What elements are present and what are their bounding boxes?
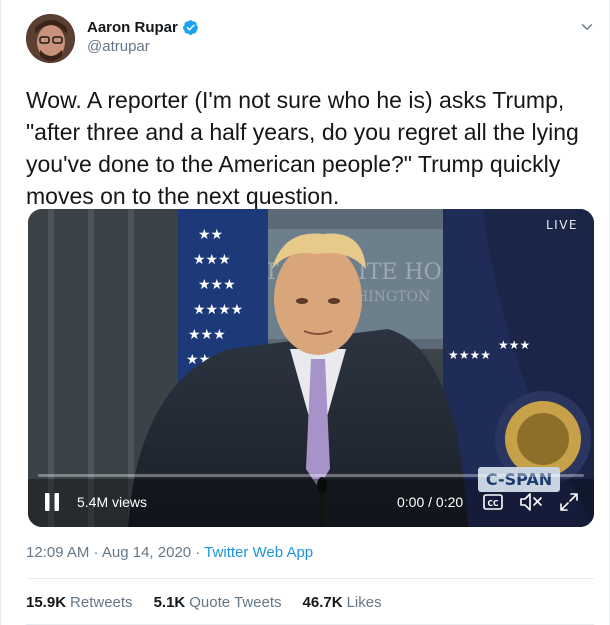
svg-text:★★: ★★ bbox=[198, 227, 223, 243]
retweets-label: Retweets bbox=[70, 594, 133, 611]
svg-text:★★★: ★★★ bbox=[193, 252, 231, 268]
likes-stat[interactable]: 46.7K Likes bbox=[303, 594, 382, 611]
svg-text:★★★★: ★★★★ bbox=[448, 348, 491, 362]
live-label: LIVE bbox=[545, 218, 578, 232]
tweet-source-link[interactable]: Twitter Web App bbox=[204, 544, 313, 561]
svg-text:★★★: ★★★ bbox=[188, 327, 226, 343]
svg-text:★★★★: ★★★★ bbox=[193, 302, 243, 318]
meta-separator: · bbox=[191, 544, 205, 561]
video-time: 0:00 / 0:20 bbox=[397, 494, 464, 510]
tweet-stats: 15.9K Retweets 5.1K Quote Tweets 46.7K Like… bbox=[26, 594, 382, 611]
tweet-text: Wow. A reporter (I'm not sure who he is)… bbox=[26, 87, 579, 209]
quote-tweets-count: 5.1K bbox=[153, 594, 186, 611]
backdrop-text-2: HINGTON bbox=[356, 289, 430, 305]
svg-text:CC: CC bbox=[487, 499, 499, 508]
retweets-count: 15.9K bbox=[26, 594, 67, 611]
tweet-card: Aaron Rupar @atrupar Wow. A reporter (I'… bbox=[0, 0, 610, 625]
verified-badge-icon bbox=[182, 20, 198, 35]
quote-tweets-label: Quote Tweets bbox=[189, 594, 282, 611]
video-progress-bar[interactable] bbox=[38, 474, 584, 477]
tweet-timestamp[interactable]: 12:09 AM · Aug 14, 2020 bbox=[26, 544, 191, 561]
video-controls: 5.4M views 0:00 / 0:20 CC bbox=[28, 479, 594, 527]
closed-captions-icon[interactable]: CC bbox=[482, 491, 504, 513]
likes-label: Likes bbox=[346, 594, 382, 611]
chevron-down-icon[interactable] bbox=[578, 18, 596, 36]
quote-tweets-stat[interactable]: 5.1K Quote Tweets bbox=[154, 594, 282, 611]
pause-icon[interactable] bbox=[45, 493, 59, 511]
author-info: Aaron Rupar @atrupar bbox=[87, 19, 199, 55]
retweets-stat[interactable]: 15.9K Retweets bbox=[26, 594, 133, 611]
mute-icon[interactable] bbox=[519, 491, 543, 513]
fullscreen-icon[interactable] bbox=[558, 491, 580, 513]
author-name[interactable]: Aaron Rupar bbox=[87, 19, 178, 36]
author-handle[interactable]: @atrupar bbox=[87, 38, 199, 55]
tweet-header: Aaron Rupar @atrupar bbox=[26, 14, 596, 64]
video-player[interactable]: T ITE HOU HINGTON ★★ ★★★ ★★★ ★★★★ ★★★ ★★… bbox=[28, 209, 594, 527]
view-count: 5.4M views bbox=[77, 494, 148, 510]
divider bbox=[26, 578, 594, 579]
tweet-meta: 12:09 AM · Aug 14, 2020 · Twitter Web Ap… bbox=[26, 544, 313, 561]
svg-text:★★★: ★★★ bbox=[498, 338, 530, 352]
avatar[interactable] bbox=[26, 14, 75, 63]
likes-count: 46.7K bbox=[302, 594, 343, 611]
svg-text:★★★: ★★★ bbox=[198, 277, 236, 293]
